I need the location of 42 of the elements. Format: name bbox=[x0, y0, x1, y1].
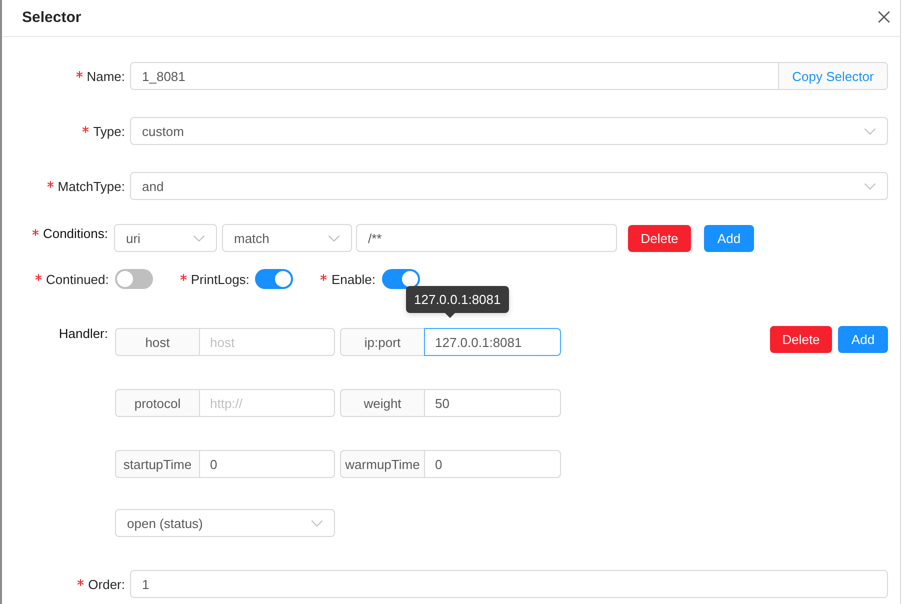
dialog-title: Selector bbox=[22, 8, 82, 26]
chevron-down-icon bbox=[311, 520, 323, 526]
delete-button[interactable]: Delete bbox=[628, 224, 691, 252]
form-label: Type: bbox=[93, 124, 125, 138]
form-label: Conditions: bbox=[42, 225, 108, 242]
addon-label: protocol bbox=[115, 389, 199, 417]
addon-label: ip:port bbox=[340, 328, 424, 356]
chevron-down-icon bbox=[864, 182, 876, 190]
addon-label: weight bbox=[340, 389, 424, 417]
select-field[interactable]: and bbox=[130, 172, 888, 200]
text-input[interactable]: 127.0.0.1:8081 bbox=[424, 328, 561, 356]
text-input[interactable]: host bbox=[199, 328, 335, 356]
toggle-switch[interactable] bbox=[114, 269, 153, 289]
chevron-down-icon bbox=[864, 128, 876, 134]
select-field[interactable]: uri bbox=[114, 224, 217, 252]
addon-label: warmupTime bbox=[340, 450, 424, 478]
select-field[interactable]: match bbox=[222, 224, 352, 252]
addon-label: startupTime bbox=[115, 450, 199, 478]
chevron-down-icon bbox=[193, 234, 205, 242]
select-field[interactable]: custom bbox=[130, 117, 888, 145]
text-input[interactable]: /** bbox=[356, 224, 617, 252]
text-input[interactable]: 50 bbox=[424, 389, 561, 417]
form-label: Enable: bbox=[331, 272, 376, 286]
close-icon[interactable] bbox=[878, 11, 890, 23]
chevron-down-icon bbox=[328, 234, 340, 242]
addon-label: host bbox=[115, 328, 199, 356]
form-label: PrintLogs: bbox=[190, 272, 250, 286]
form-label: Name: bbox=[86, 68, 125, 84]
delete-button[interactable]: Delete bbox=[770, 326, 832, 353]
text-input[interactable]: 1 bbox=[130, 570, 888, 598]
form-label: Handler: bbox=[58, 326, 108, 342]
text-input[interactable]: 0 bbox=[199, 450, 335, 478]
toggle-switch[interactable] bbox=[382, 269, 420, 289]
form-label: Order: bbox=[88, 576, 125, 592]
form-label: Continued: bbox=[46, 272, 109, 286]
toggle-switch[interactable] bbox=[255, 269, 294, 289]
tooltip: 127.0.0.1:8081 bbox=[406, 286, 509, 318]
text-input[interactable]: 0 bbox=[424, 450, 561, 478]
text-input[interactable]: http:// bbox=[199, 389, 335, 417]
text-input[interactable]: 1_8081 bbox=[130, 62, 779, 90]
form-label: MatchType: bbox=[58, 178, 125, 194]
select-field[interactable]: open (status) bbox=[115, 509, 335, 537]
